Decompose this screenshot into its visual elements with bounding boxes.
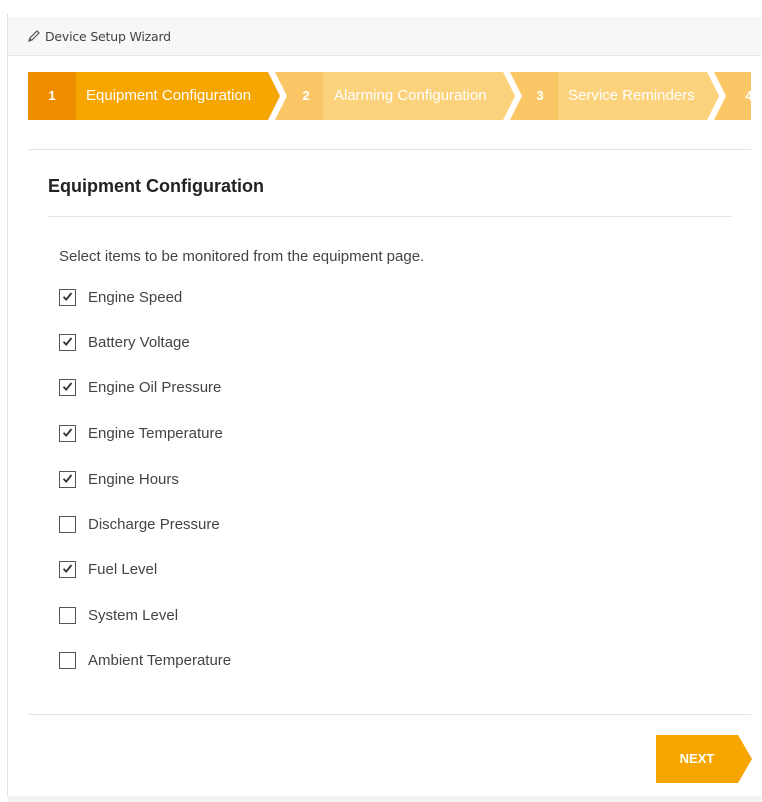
step-3-number[interactable]: 3	[530, 72, 550, 120]
monitor-item-battery-voltage[interactable]: Battery Voltage	[59, 332, 190, 352]
pencil-icon	[28, 30, 40, 42]
checkbox[interactable]	[59, 288, 76, 306]
monitor-item-engine-temperature[interactable]: Engine Temperature	[59, 423, 223, 443]
footer-divider	[28, 714, 751, 715]
check-icon	[62, 563, 73, 573]
checkbox[interactable]	[59, 606, 76, 624]
item-label: Engine Oil Pressure	[88, 378, 222, 396]
item-label: Ambient Temperature	[88, 651, 232, 669]
monitor-item-engine-hours[interactable]: Engine Hours	[59, 469, 179, 489]
item-label: Battery Voltage	[88, 333, 190, 351]
wizard-panel	[7, 14, 762, 796]
item-label: System Level	[88, 606, 179, 624]
monitor-item-engine-speed[interactable]: Engine Speed	[59, 287, 182, 307]
check-icon	[62, 427, 73, 437]
checkbox[interactable]	[59, 424, 76, 442]
monitor-item-discharge-pressure[interactable]: Discharge Pressure	[59, 514, 220, 534]
check-icon	[62, 381, 73, 391]
checkbox[interactable]	[59, 515, 76, 533]
checkbox[interactable]	[59, 651, 76, 669]
section-divider	[48, 216, 732, 217]
next-button[interactable]: NEXT	[656, 735, 752, 783]
title-bar: Device Setup Wizard	[8, 17, 761, 56]
monitor-item-fuel-level[interactable]: Fuel Level	[59, 559, 157, 579]
window-title: Device Setup Wizard	[45, 28, 171, 44]
step-1-label[interactable]: Equipment Configuration	[86, 72, 251, 120]
monitor-item-ambient-temperature[interactable]: Ambient Temperature	[59, 650, 231, 670]
step-2-label[interactable]: Alarming Configuration	[334, 72, 487, 120]
steps-divider	[28, 149, 751, 150]
monitor-item-engine-oil-pressure[interactable]: Engine Oil Pressure	[59, 377, 221, 397]
section-title: Equipment Configuration	[48, 176, 264, 196]
bottom-strip	[8, 796, 761, 802]
item-label: Engine Hours	[88, 470, 179, 488]
check-icon	[62, 336, 73, 346]
item-label: Fuel Level	[88, 560, 158, 578]
checkbox[interactable]	[59, 470, 76, 488]
item-label: Discharge Pressure	[88, 515, 220, 533]
check-icon	[62, 291, 73, 301]
step-4-number[interactable]: 4	[739, 72, 751, 120]
step-2-number[interactable]: 2	[296, 72, 316, 120]
checkbox[interactable]	[59, 378, 76, 396]
checkbox[interactable]	[59, 333, 76, 351]
monitor-item-system-level[interactable]: System Level	[59, 605, 178, 625]
next-button-label: NEXT	[679, 751, 715, 766]
check-icon	[62, 473, 73, 483]
item-label: Engine Temperature	[88, 424, 223, 442]
step-3-label[interactable]: Service Reminders	[568, 72, 695, 120]
instructions-text: Select items to be monitored from the eq…	[59, 248, 425, 265]
step-1-number[interactable]: 1	[42, 72, 62, 120]
wizard-steps: 1 Equipment Configuration 2 Alarming Con…	[28, 72, 751, 120]
item-label: Engine Speed	[88, 288, 183, 306]
checkbox[interactable]	[59, 560, 76, 578]
